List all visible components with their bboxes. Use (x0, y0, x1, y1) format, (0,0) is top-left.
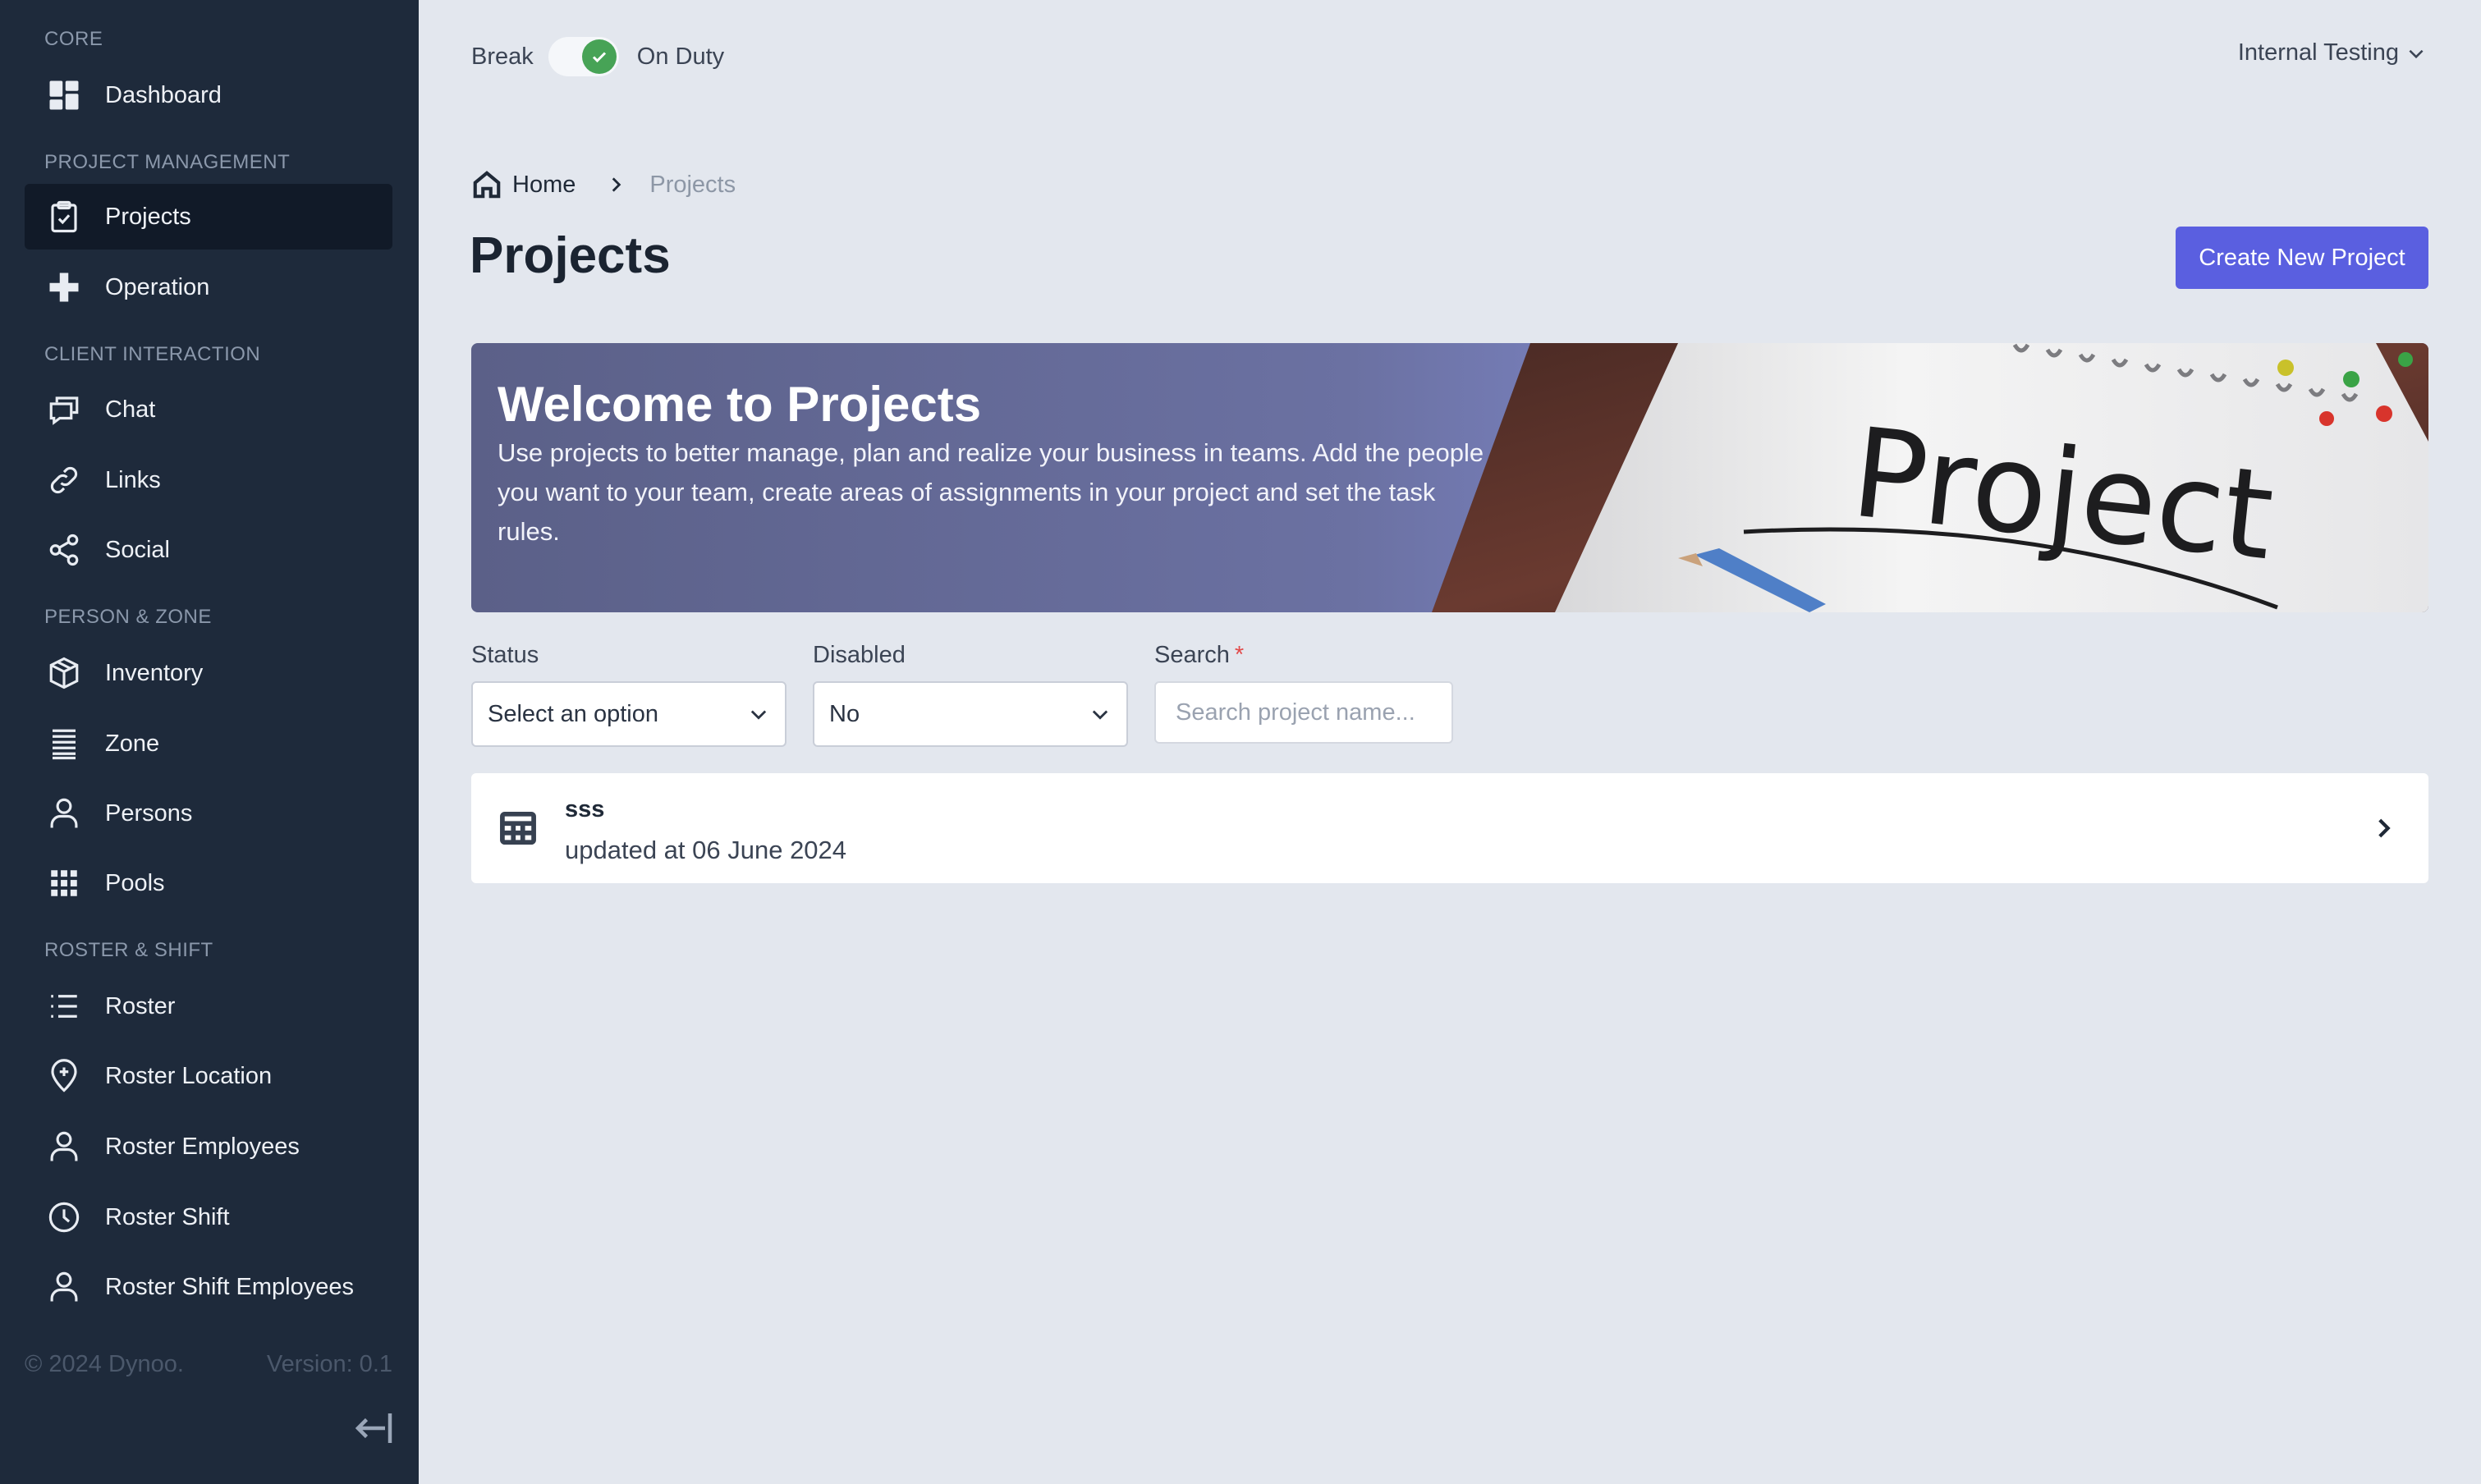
sidebar-item-zone[interactable]: Zone (25, 711, 392, 776)
sidebar-item-inventory[interactable]: Inventory (25, 640, 392, 706)
status-select[interactable]: Select an option (471, 681, 786, 747)
search-label-text: Search (1154, 642, 1230, 668)
project-name: sss (565, 796, 605, 822)
chevron-down-icon (2409, 49, 2424, 58)
sidebar-item-label: Roster Shift (105, 1203, 230, 1230)
breadcrumb-home[interactable]: Home (512, 172, 576, 199)
sidebar-item-projects[interactable]: Projects (25, 184, 392, 250)
banner-title: Welcome to Projects (498, 377, 982, 432)
clock-icon (44, 1198, 84, 1237)
plus-icon (44, 268, 84, 307)
status-select-value: Select an option (488, 700, 658, 727)
project-list-item[interactable]: sss updated at 06 June 2024 (471, 773, 2428, 883)
sidebar-item-label: Pools (105, 869, 165, 896)
sidebar-item-social[interactable]: Social (25, 517, 392, 583)
sidebar-item-label: Social (105, 536, 170, 563)
sidebar-item-label: Inventory (105, 659, 204, 686)
section-title-client-interaction: CLIENT INTERACTION (44, 343, 261, 365)
sidebar-item-roster-shift[interactable]: Roster Shift (25, 1184, 392, 1250)
chat-icon (44, 390, 84, 429)
chevron-down-icon (1092, 710, 1108, 720)
sidebar-item-chat[interactable]: Chat (25, 377, 392, 442)
lines-icon (44, 724, 84, 763)
clipboard-check-icon (44, 197, 84, 236)
sidebar-item-label: Projects (105, 203, 191, 230)
dashboard-icon (44, 76, 84, 115)
workspace-selector[interactable]: Internal Testing (2238, 39, 2427, 66)
home-icon[interactable] (471, 169, 502, 200)
sidebar-item-persons[interactable]: Persons (25, 781, 392, 846)
duty-switch[interactable] (548, 37, 619, 76)
page-title: Projects (470, 227, 671, 284)
disabled-select[interactable]: No (813, 681, 1128, 747)
version-text: Version: 0.1 (266, 1351, 392, 1377)
chevron-right-icon (2369, 814, 2397, 842)
person-icon (44, 1267, 84, 1307)
sidebar-item-label: Links (105, 466, 161, 493)
sidebar-item-label: Roster Shift Employees (105, 1273, 355, 1300)
share-icon (44, 530, 84, 570)
link-icon (44, 460, 84, 500)
sidebar-item-label: Roster (105, 992, 176, 1019)
check-icon (581, 39, 617, 74)
breadcrumb: Home Projects (471, 169, 736, 200)
required-mark: * (1234, 642, 1245, 668)
map-pin-icon (44, 1056, 84, 1096)
project-updated: updated at 06 June 2024 (565, 836, 847, 864)
sidebar-item-pools[interactable]: Pools (25, 850, 392, 916)
sidebar-item-label: Roster Location (105, 1062, 273, 1089)
sidebar-item-operation[interactable]: Operation (25, 254, 392, 320)
sidebar-item-label: Persons (105, 799, 193, 827)
disabled-filter-label: Disabled (813, 642, 906, 668)
collapse-arrow-icon (355, 1413, 392, 1443)
box-icon (44, 653, 84, 693)
status-filter-label: Status (471, 642, 539, 668)
sidebar-item-label: Chat (105, 396, 156, 423)
chevron-right-icon (612, 177, 621, 192)
sidebar-item-links[interactable]: Links (25, 447, 392, 513)
copyright-text: © 2024 Dynoo. (25, 1351, 184, 1377)
sidebar-item-label: Zone (105, 730, 160, 757)
disabled-select-value: No (829, 700, 860, 727)
sidebar-item-roster-employees[interactable]: Roster Employees (25, 1114, 392, 1179)
sidebar-item-label: Dashboard (105, 81, 222, 108)
table-icon (499, 811, 537, 845)
search-input[interactable] (1154, 681, 1453, 744)
grid-icon (44, 863, 84, 903)
sidebar-item-label: Operation (105, 273, 210, 300)
person-icon (44, 794, 84, 833)
duty-toggle: Break On Duty (471, 34, 724, 79)
sidebar-item-label: Roster Employees (105, 1133, 300, 1160)
break-label: Break (471, 43, 534, 70)
sidebar-footer: © 2024 Dynoo. Version: 0.1 (25, 1351, 392, 1378)
chevron-down-icon (750, 710, 767, 720)
on-duty-label: On Duty (636, 43, 725, 70)
list-icon (44, 987, 84, 1026)
welcome-banner: Project Welcome to Projects Use projects… (471, 343, 2428, 612)
section-title-project-management: PROJECT MANAGEMENT (44, 151, 291, 173)
sidebar: CORE Dashboard PROJECT MANAGEMENT Projec… (0, 0, 419, 1484)
person-icon (44, 1127, 84, 1166)
banner-description: Use projects to better manage, plan and … (498, 438, 1484, 546)
breadcrumb-current: Projects (649, 171, 736, 198)
section-title-person-zone: PERSON & ZONE (44, 606, 212, 628)
sidebar-item-dashboard[interactable]: Dashboard (25, 62, 392, 128)
section-title-core: CORE (44, 28, 103, 50)
collapse-sidebar-button[interactable] (351, 1410, 394, 1446)
sidebar-item-roster-location[interactable]: Roster Location (25, 1043, 392, 1109)
section-title-roster-shift: ROSTER & SHIFT (44, 939, 213, 961)
create-new-project-button[interactable]: Create New Project (2176, 227, 2428, 289)
search-filter-label: Search * (1154, 642, 1244, 669)
sidebar-item-roster[interactable]: Roster (25, 973, 392, 1039)
workspace-name: Internal Testing (2237, 39, 2399, 66)
sidebar-item-roster-shift-employees[interactable]: Roster Shift Employees (25, 1254, 392, 1320)
